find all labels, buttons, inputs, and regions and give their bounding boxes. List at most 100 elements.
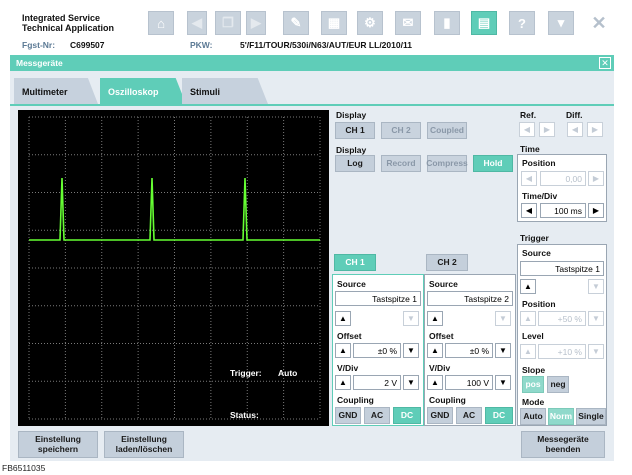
trigger-slope-label: Slope: [522, 365, 546, 375]
trigger-source-up-button[interactable]: ▲: [520, 279, 536, 294]
ch1-offset-label: Offset: [337, 331, 362, 341]
load-settings-line2: laden/löschen: [115, 443, 173, 454]
time-div-field[interactable]: 100 ms: [540, 203, 586, 218]
measure-icon[interactable]: ▤: [471, 11, 497, 35]
load-delete-settings-button[interactable]: Einstellung laden/löschen: [104, 431, 184, 458]
trigger-mode-label: Mode: [522, 397, 545, 407]
display-compress-button[interactable]: Compress: [426, 155, 468, 172]
ch1-dc-button[interactable]: DC: [393, 407, 421, 424]
exit-measuring-devices-button[interactable]: Messegeräte beenden: [521, 431, 605, 458]
diff-right-button[interactable]: ▶: [587, 122, 603, 137]
ecu-icon[interactable]: ▦: [321, 11, 347, 35]
channel-ch1-tab[interactable]: CH 1: [334, 254, 376, 271]
ch2-dc-button[interactable]: DC: [485, 407, 513, 424]
trigger-position-field[interactable]: +50 %: [538, 311, 586, 326]
close-icon[interactable]: ✕: [586, 11, 612, 35]
ch2-offset-down-button[interactable]: ▼: [495, 343, 511, 358]
window-title: Messgeräte: [16, 58, 63, 68]
time-panel: Position ◀ 0,00 ▶ Time/Div ◀ 100 ms ▶: [517, 154, 607, 222]
ch2-offset-field[interactable]: ±0 %: [445, 343, 493, 358]
ch1-source-label: Source: [337, 279, 366, 289]
help-icon[interactable]: ?: [509, 11, 535, 35]
ch2-source-label: Source: [429, 279, 458, 289]
tab-multimeter[interactable]: Multimeter: [14, 78, 98, 104]
trigger-section-label: Trigger: [520, 233, 549, 243]
ch1-source-field[interactable]: Tastspitze 1: [335, 291, 421, 306]
display-record-button[interactable]: Record: [381, 155, 421, 172]
display-coupled-button[interactable]: Coupled: [427, 122, 467, 139]
app-title-line2: Technical Application: [22, 23, 115, 33]
ch1-vdiv-down-button[interactable]: ▼: [403, 375, 419, 390]
trigger-level-field[interactable]: +10 %: [538, 344, 586, 359]
trigger-mode-auto-button[interactable]: Auto: [520, 408, 546, 425]
ref-left-button[interactable]: ◀: [519, 122, 535, 137]
tab-oszilloskop[interactable]: Oszilloskop: [100, 78, 186, 104]
dropdown-icon[interactable]: ▾: [548, 11, 574, 35]
channel2-panel: Source Tastspitze 2 ▲ ▼ Offset ▲ ±0 % ▼ …: [424, 274, 516, 426]
trigger-position-up-button[interactable]: ▲: [520, 311, 536, 326]
mail-icon[interactable]: ✉: [395, 11, 421, 35]
trigger-slope-neg-button[interactable]: neg: [547, 376, 569, 393]
ch2-vdiv-field[interactable]: 100 V: [445, 375, 493, 390]
time-position-label: Position: [522, 158, 556, 168]
ch2-source-field[interactable]: Tastspitze 2: [427, 291, 513, 306]
trigger-level-up-button[interactable]: ▲: [520, 344, 536, 359]
trigger-position-down-button[interactable]: ▼: [588, 311, 604, 326]
ch2-source-up-button[interactable]: ▲: [427, 311, 443, 326]
display-log-button[interactable]: Log: [335, 155, 375, 172]
trigger-mode-norm-button[interactable]: Norm: [548, 408, 574, 425]
pkw-label: PKW:: [190, 40, 213, 50]
ch1-offset-down-button[interactable]: ▼: [403, 343, 419, 358]
trigger-mode-single-button[interactable]: Single: [576, 408, 606, 425]
ch2-ac-button[interactable]: AC: [456, 407, 482, 424]
ref-right-button[interactable]: ▶: [539, 122, 555, 137]
ch2-vdiv-down-button[interactable]: ▼: [495, 375, 511, 390]
wrench-icon[interactable]: ✎: [283, 11, 309, 35]
scope-grid: [28, 116, 321, 420]
exit-line2: beenden: [545, 443, 581, 454]
ch1-vdiv-up-button[interactable]: ▲: [335, 375, 351, 390]
ch1-offset-up-button[interactable]: ▲: [335, 343, 351, 358]
trigger-source-down-button[interactable]: ▼: [588, 279, 604, 294]
app-title: Integrated Service Technical Application: [22, 13, 114, 33]
time-position-left-button[interactable]: ◀: [521, 171, 537, 186]
ch1-gnd-button[interactable]: GND: [335, 407, 361, 424]
ch1-offset-field[interactable]: ±0 %: [353, 343, 401, 358]
vehicle-info-bar: Fgst-Nr: C699507 PKW: 5'/F11/TOUR/530i/N…: [0, 38, 632, 52]
time-div-right-button[interactable]: ▶: [588, 203, 604, 218]
home-icon[interactable]: ⌂: [148, 11, 174, 35]
save-settings-button[interactable]: Einstellung speichern: [18, 431, 98, 458]
ch1-source-up-button[interactable]: ▲: [335, 311, 351, 326]
channel-ch2-tab[interactable]: CH 2: [426, 254, 468, 271]
ch2-source-down-button[interactable]: ▼: [495, 311, 511, 326]
trigger-slope-pos-button[interactable]: pos: [522, 376, 544, 393]
window-close-icon[interactable]: ✕: [599, 57, 611, 69]
time-position-field[interactable]: 0,00: [540, 171, 586, 186]
ch2-gnd-button[interactable]: GND: [427, 407, 453, 424]
display-ch2-button[interactable]: CH 2: [381, 122, 421, 139]
ch1-ac-button[interactable]: AC: [364, 407, 390, 424]
ch1-source-down-button[interactable]: ▼: [403, 311, 419, 326]
copy-icon[interactable]: ❐: [215, 11, 241, 35]
ch2-offset-label: Offset: [429, 331, 454, 341]
ch1-vdiv-field[interactable]: 2 V: [353, 375, 401, 390]
battery-icon[interactable]: ▮: [434, 11, 460, 35]
gear-icon[interactable]: ⚙: [357, 11, 383, 35]
time-div-left-button[interactable]: ◀: [521, 203, 537, 218]
fgst-value: C699507: [70, 40, 105, 50]
trigger-value: Auto: [278, 368, 298, 378]
ch2-offset-up-button[interactable]: ▲: [427, 343, 443, 358]
ch2-vdiv-up-button[interactable]: ▲: [427, 375, 443, 390]
display-ch1-button[interactable]: CH 1: [335, 122, 375, 139]
trigger-source-field[interactable]: Tastspitze 1: [520, 261, 604, 276]
diff-left-button[interactable]: ◀: [567, 122, 583, 137]
arrow-left-icon[interactable]: ◀: [187, 11, 207, 35]
time-position-right-button[interactable]: ▶: [588, 171, 604, 186]
arrow-right-icon[interactable]: ▶: [246, 11, 266, 35]
display-hold-button[interactable]: Hold: [473, 155, 513, 172]
trigger-level-down-button[interactable]: ▼: [588, 344, 604, 359]
trigger-panel: Source Tastspitze 1 ▲ ▼ Position ▲ +50 %…: [517, 244, 607, 426]
tab-stimuli[interactable]: Stimuli: [182, 78, 268, 104]
trigger-level-label: Level: [522, 331, 544, 341]
trigger-label: Trigger:: [230, 368, 262, 378]
